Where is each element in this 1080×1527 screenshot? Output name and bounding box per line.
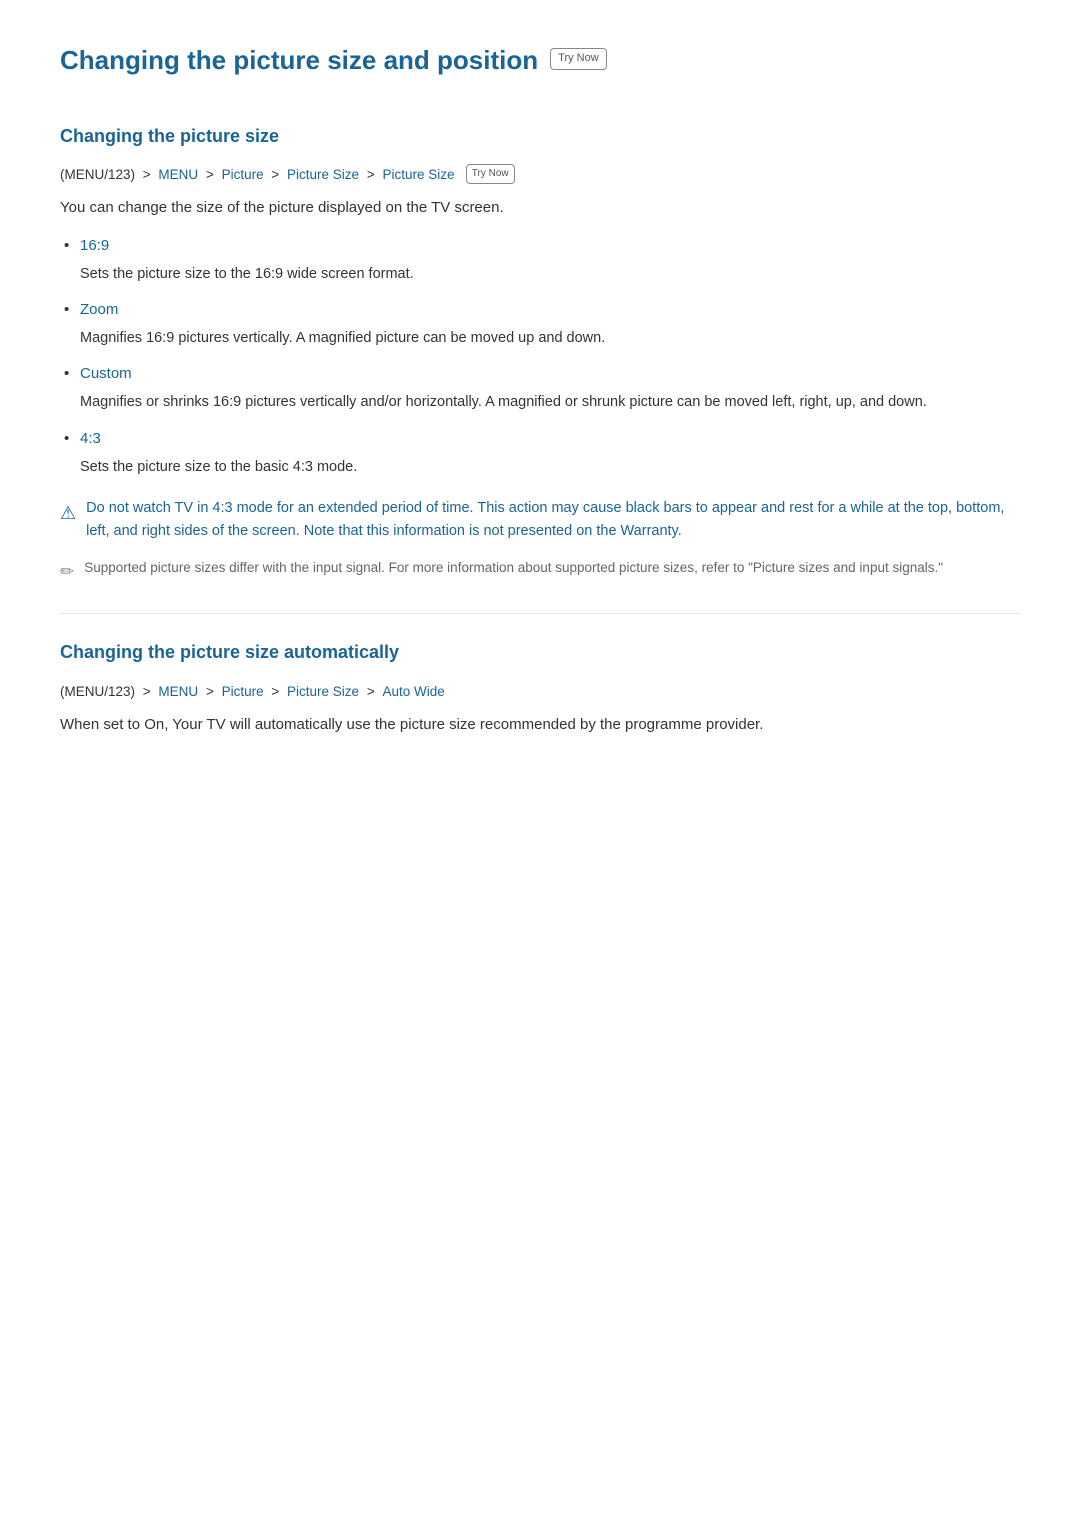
term-43: 4:3: [80, 427, 1020, 451]
breadcrumb-menu123: (MENU/123): [60, 167, 135, 182]
pencil-icon: ✏: [60, 558, 74, 585]
breadcrumb-1: (MENU/123) > MENU > Picture > Picture Si…: [60, 164, 1020, 186]
page-title-text: Changing the picture size and position: [60, 40, 538, 82]
intro-text-1: You can change the size of the picture d…: [60, 196, 1020, 220]
list-item-169: 16:9 Sets the picture size to the 16:9 w…: [80, 234, 1020, 286]
breadcrumb-picture[interactable]: Picture: [222, 167, 264, 182]
breadcrumb-sep-1: >: [143, 167, 155, 182]
list-item-custom: Custom Magnifies or shrinks 16:9 picture…: [80, 362, 1020, 414]
breadcrumb-menu[interactable]: MENU: [158, 167, 198, 182]
breadcrumb-2-picture-size[interactable]: Picture Size: [287, 684, 359, 699]
section-title-2: Changing the picture size automatically: [60, 638, 1020, 667]
list-item-43: 4:3 Sets the picture size to the basic 4…: [80, 427, 1020, 479]
picture-size-list: 16:9 Sets the picture size to the 16:9 w…: [60, 234, 1020, 479]
breadcrumb-sep-4: >: [367, 167, 379, 182]
breadcrumb-picture-size-1[interactable]: Picture Size: [287, 167, 359, 182]
breadcrumb-2-sep-4: >: [367, 684, 379, 699]
section-divider: [60, 613, 1020, 614]
desc-43: Sets the picture size to the basic 4:3 m…: [80, 459, 357, 475]
breadcrumb-picture-size-2[interactable]: Picture Size: [382, 167, 454, 182]
breadcrumb-sep-2: >: [206, 167, 218, 182]
desc-custom: Magnifies or shrinks 16:9 pictures verti…: [80, 394, 927, 410]
breadcrumb-2-menu[interactable]: MENU: [158, 684, 198, 699]
section-change-picture-size-auto: Changing the picture size automatically …: [60, 638, 1020, 736]
breadcrumb-2-auto-wide[interactable]: Auto Wide: [382, 684, 444, 699]
desc-169: Sets the picture size to the 16:9 wide s…: [80, 266, 414, 282]
warning-box: ⚠ Do not watch TV in 4:3 mode for an ext…: [60, 497, 1020, 543]
breadcrumb-2-sep-3: >: [271, 684, 283, 699]
note-box: ✏ Supported picture sizes differ with th…: [60, 557, 1020, 585]
warning-triangle-icon: ⚠: [60, 499, 76, 528]
breadcrumb-2-sep-1: >: [143, 684, 155, 699]
section-change-picture-size: Changing the picture size (MENU/123) > M…: [60, 122, 1020, 586]
breadcrumb-2: (MENU/123) > MENU > Picture > Picture Si…: [60, 681, 1020, 703]
note-text: Supported picture sizes differ with the …: [84, 557, 943, 579]
breadcrumb-sep-3: >: [271, 167, 283, 182]
breadcrumb-2-menu123: (MENU/123): [60, 684, 135, 699]
term-169: 16:9: [80, 234, 1020, 258]
term-custom: Custom: [80, 362, 1020, 386]
breadcrumb-2-picture[interactable]: Picture: [222, 684, 264, 699]
term-zoom: Zoom: [80, 298, 1020, 322]
page-title: Changing the picture size and position T…: [60, 40, 1020, 90]
warning-text: Do not watch TV in 4:3 mode for an exten…: [86, 497, 1020, 543]
section-title-1: Changing the picture size: [60, 122, 1020, 151]
try-now-badge-title[interactable]: Try Now: [550, 48, 607, 70]
desc-zoom: Magnifies 16:9 pictures vertically. A ma…: [80, 330, 605, 346]
intro-text-2: When set to On, Your TV will automatical…: [60, 713, 1020, 737]
breadcrumb-2-sep-2: >: [206, 684, 218, 699]
try-now-badge-breadcrumb-1[interactable]: Try Now: [466, 164, 515, 184]
list-item-zoom: Zoom Magnifies 16:9 pictures vertically.…: [80, 298, 1020, 350]
